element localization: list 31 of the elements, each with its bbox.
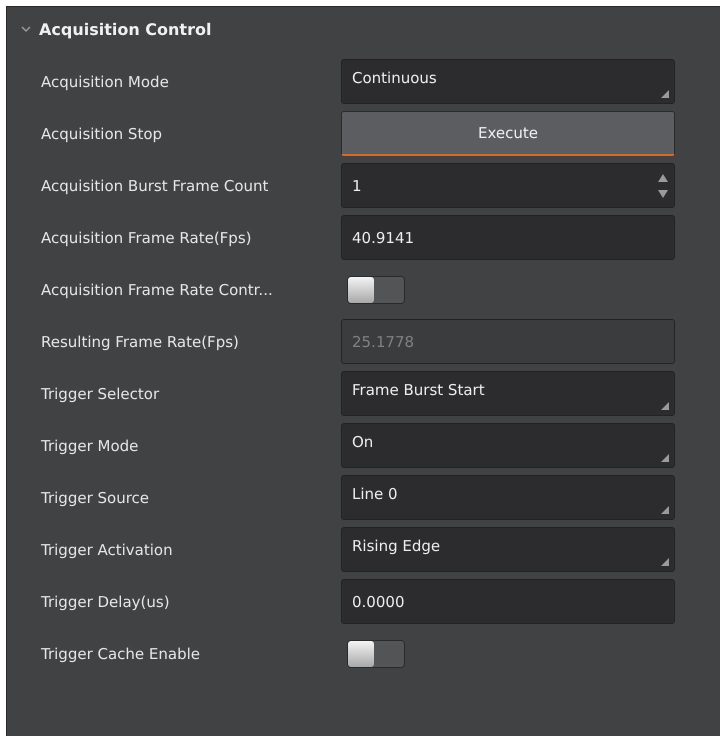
dropdown[interactable]: On — [341, 423, 675, 468]
field-label: Trigger Activation — [40, 540, 174, 558]
dropdown-corner-icon — [661, 558, 669, 566]
field-label: Trigger Delay(us) — [40, 592, 171, 610]
toggle-switch[interactable] — [347, 640, 405, 668]
field-label: Acquisition Mode — [40, 72, 170, 90]
field-label: Acquisition Stop — [40, 124, 164, 142]
toggle-switch[interactable] — [347, 276, 405, 304]
spin-arrows-icon[interactable] — [658, 172, 668, 200]
section-title: Acquisition Control — [39, 20, 212, 38]
dropdown[interactable]: Continuous — [341, 59, 675, 104]
field-label: Trigger Selector — [40, 384, 160, 402]
execute-button[interactable]: Execute — [341, 111, 675, 156]
dropdown[interactable]: Line 0 — [341, 475, 675, 520]
field-label: Resulting Frame Rate(Fps) — [40, 332, 240, 350]
dropdown[interactable]: Rising Edge — [341, 527, 675, 572]
dropdown[interactable]: Frame Burst Start — [341, 371, 675, 416]
dropdown-corner-icon — [661, 402, 669, 410]
dropdown-corner-icon — [661, 90, 669, 98]
field-label: Acquisition Frame Rate Contr... — [40, 280, 274, 298]
spin-field[interactable]: 1 — [341, 163, 675, 208]
field-label: Trigger Cache Enable — [40, 644, 202, 662]
dropdown-corner-icon — [661, 454, 669, 462]
field-label: Trigger Mode — [40, 436, 140, 454]
dropdown-corner-icon — [661, 506, 669, 514]
input-field[interactable]: 40.9141 — [341, 215, 675, 260]
field-label: Trigger Source — [40, 488, 150, 506]
chevron-icon[interactable] — [21, 26, 31, 32]
input-field[interactable]: 0.0000 — [341, 579, 675, 624]
field-label: Acquisition Burst Frame Count — [40, 176, 270, 194]
field-label: Acquisition Frame Rate(Fps) — [40, 228, 252, 246]
